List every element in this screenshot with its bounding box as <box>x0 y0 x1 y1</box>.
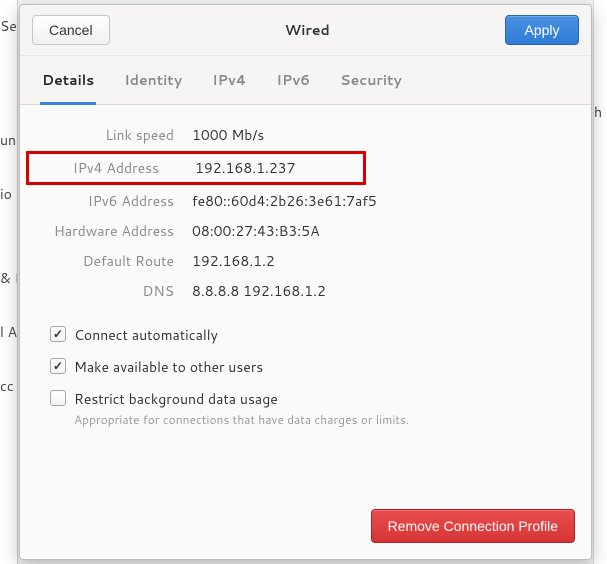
connect-automatically-row[interactable]: Connect automatically <box>50 325 567 345</box>
hardware-address-value: 08:00:27:43:B3:5A <box>192 221 567 241</box>
dialog-title: Wired <box>110 20 505 40</box>
connection-dialog: Cancel Wired Apply Details Identity IPv4… <box>19 4 592 560</box>
link-speed-value: 1000 Mb/s <box>192 125 567 145</box>
tab-details[interactable]: Details <box>40 56 96 105</box>
ipv6-address-label: IPv6 Address <box>44 191 174 211</box>
background-window-left: Se un io & L l A cc <box>0 0 18 564</box>
options-group: Connect automatically Make available to … <box>44 325 567 428</box>
hardware-address-label: Hardware Address <box>44 221 174 241</box>
background-window-right: h <box>593 0 607 564</box>
details-grid: Link speed 1000 Mb/s IPv4 Address 192.16… <box>44 125 567 301</box>
default-route-label: Default Route <box>44 251 174 271</box>
details-panel: Link speed 1000 Mb/s IPv4 Address 192.16… <box>20 105 591 495</box>
restrict-data-row[interactable]: Restrict background data usage Appropria… <box>50 389 567 428</box>
remove-profile-button[interactable]: Remove Connection Profile <box>371 509 575 543</box>
ipv4-highlight: IPv4 Address 192.168.1.237 <box>26 151 366 185</box>
connect-automatically-checkbox[interactable] <box>50 326 66 342</box>
dns-label: DNS <box>44 281 174 301</box>
link-speed-label: Link speed <box>44 125 174 145</box>
connect-automatically-label: Connect automatically <box>74 325 218 345</box>
restrict-data-checkbox[interactable] <box>50 390 66 406</box>
make-available-row[interactable]: Make available to other users <box>50 357 567 377</box>
tab-bar: Details Identity IPv4 IPv6 Security <box>20 56 591 105</box>
tab-security[interactable]: Security <box>338 56 404 105</box>
ipv4-address-value: 192.168.1.237 <box>195 158 363 178</box>
cancel-button[interactable]: Cancel <box>32 15 110 45</box>
dns-value: 8.8.8.8 192.168.1.2 <box>192 281 567 301</box>
ipv6-address-value: fe80::60d4:2b26:3e61:7af5 <box>192 191 567 211</box>
apply-button[interactable]: Apply <box>505 15 579 45</box>
dialog-footer: Remove Connection Profile <box>20 495 591 559</box>
tab-identity[interactable]: Identity <box>122 56 184 105</box>
make-available-checkbox[interactable] <box>50 358 66 374</box>
dialog-header: Cancel Wired Apply <box>20 5 591 56</box>
make-available-label: Make available to other users <box>74 357 263 377</box>
tab-ipv6[interactable]: IPv6 <box>274 56 312 105</box>
default-route-value: 192.168.1.2 <box>192 251 567 271</box>
restrict-data-sublabel: Appropriate for connections that have da… <box>74 411 409 428</box>
restrict-data-label: Restrict background data usage <box>74 389 409 409</box>
ipv4-address-label: IPv4 Address <box>29 158 159 178</box>
tab-ipv4[interactable]: IPv4 <box>210 56 248 105</box>
